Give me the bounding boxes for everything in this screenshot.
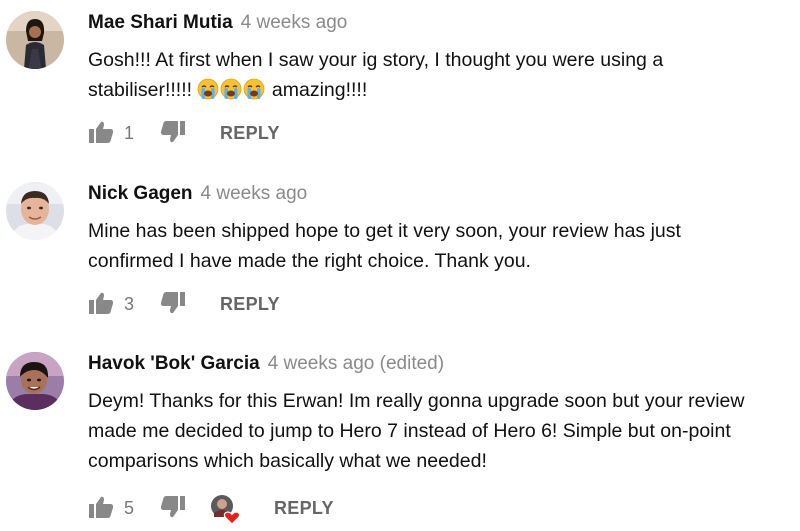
comment-line: comparisons which basically what we need… [88,450,487,472]
avatar[interactable] [6,352,64,410]
like-count: 1 [124,123,135,143]
thumbs-up-icon[interactable] [88,495,114,524]
comment-text: Mine has been shipped hope to get it ver… [88,216,793,276]
comment-line: confirmed I have made the right choice. … [88,250,531,272]
comment-header: Havok 'Bok' Garcia 4 weeks ago (edited) [88,352,444,376]
comment-line: Mine has been shipped hope to get it ver… [88,220,681,242]
like-count: 5 [124,498,135,518]
avatar[interactable] [6,11,64,69]
comment-timestamp[interactable]: 4 weeks ago (edited) [268,353,444,374]
comment-text-fragment: stabiliser!!!!! [88,79,193,101]
comment-timestamp[interactable]: 4 weeks ago [241,12,348,33]
author-name[interactable]: Mae Shari Mutia [88,12,233,33]
reply-button[interactable]: REPLY [274,496,334,520]
reply-button[interactable]: REPLY [220,292,280,316]
thumbs-up-icon[interactable] [88,120,114,149]
comment-text-fragment: amazing!!!! [271,79,368,101]
author-name[interactable]: Havok 'Bok' Garcia [88,353,260,374]
reply-button[interactable]: REPLY [220,121,280,145]
comment-line: made me decided to jump to Hero 7 instea… [88,420,731,442]
comment-header: Mae Shari Mutia 4 weeks ago [88,11,347,35]
like-count: 3 [124,294,135,314]
comment-line: Deym! Thanks for this Erwan! Im really g… [88,390,745,412]
loudly-crying-face-icon [243,78,265,109]
thumbs-down-icon[interactable] [160,291,186,320]
loudly-crying-face-icon [197,78,219,109]
author-name[interactable]: Nick Gagen [88,183,193,204]
comment-text: Deym! Thanks for this Erwan! Im really g… [88,386,793,476]
avatar[interactable] [6,182,64,240]
comment-header: Nick Gagen 4 weeks ago [88,182,307,206]
comment-line: stabiliser!!!!! amazing!!!! [88,75,793,109]
thumbs-up-icon[interactable] [88,291,114,320]
comment-text: Gosh!!! At first when I saw your ig stor… [88,45,793,109]
comment-timestamp[interactable]: 4 weeks ago [201,183,308,204]
thumbs-down-icon[interactable] [160,120,186,149]
creator-heart-icon [208,493,242,525]
comment-line: Gosh!!! At first when I saw your ig stor… [88,49,664,71]
loudly-crying-face-icon [220,78,242,109]
thumbs-down-icon[interactable] [160,495,186,524]
